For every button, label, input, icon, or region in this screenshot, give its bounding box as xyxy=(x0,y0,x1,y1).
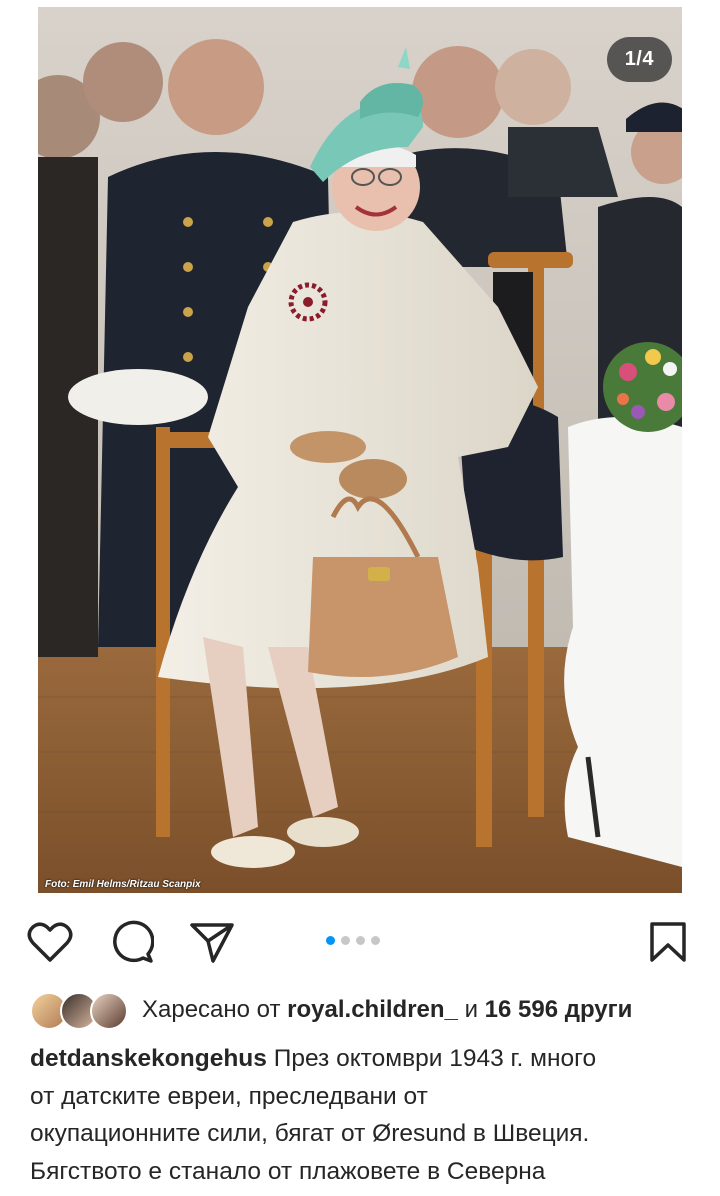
share-button[interactable] xyxy=(188,918,236,966)
liker-avatars[interactable] xyxy=(30,990,134,1030)
carousel-dot-active xyxy=(326,936,335,945)
likes-conjunction: и xyxy=(464,996,478,1023)
like-button[interactable] xyxy=(26,918,74,966)
comment-icon xyxy=(113,920,154,963)
caption-line: Бягството е станало от плажовете в Север… xyxy=(30,1157,546,1185)
likes-summary: Харесано от royal.children_ и 16 596 дру… xyxy=(142,996,632,1024)
post-caption: detdanskekongehus През октомври 1943 г. … xyxy=(30,1040,700,1190)
caption-line: от датските евреи, преследвани от xyxy=(30,1082,428,1110)
caption-line: окупационните сили, бягат от Øresund в Ш… xyxy=(30,1120,590,1147)
post-action-bar xyxy=(0,910,720,970)
caption-username[interactable]: detdanskekongehus xyxy=(30,1045,267,1072)
likes-row[interactable]: Харесано от royal.children_ и 16 596 дру… xyxy=(30,988,720,1032)
post-photo[interactable]: 1/4 Foto: Emil Helms/Ritzau Scanpix xyxy=(38,7,682,893)
liker-username-link[interactable]: royal.children_ xyxy=(287,996,458,1023)
caption-line: През октомври 1943 г. много xyxy=(273,1045,597,1072)
photo-illustration xyxy=(38,7,682,893)
carousel-indicator xyxy=(326,936,380,945)
bookmark-icon xyxy=(650,922,686,962)
heart-icon xyxy=(27,922,73,962)
photo-credit: Foto: Emil Helms/Ritzau Scanpix xyxy=(45,879,201,890)
carousel-dot xyxy=(371,936,380,945)
image-counter: 1/4 xyxy=(606,37,672,82)
avatar xyxy=(90,992,128,1030)
send-icon xyxy=(190,923,234,963)
likes-count-link[interactable]: 16 596 други xyxy=(485,996,633,1023)
likes-prefix: Харесано от xyxy=(142,996,281,1023)
comment-button[interactable] xyxy=(108,918,156,966)
carousel-dot xyxy=(356,936,365,945)
save-button[interactable] xyxy=(644,918,692,966)
carousel-dot xyxy=(341,936,350,945)
